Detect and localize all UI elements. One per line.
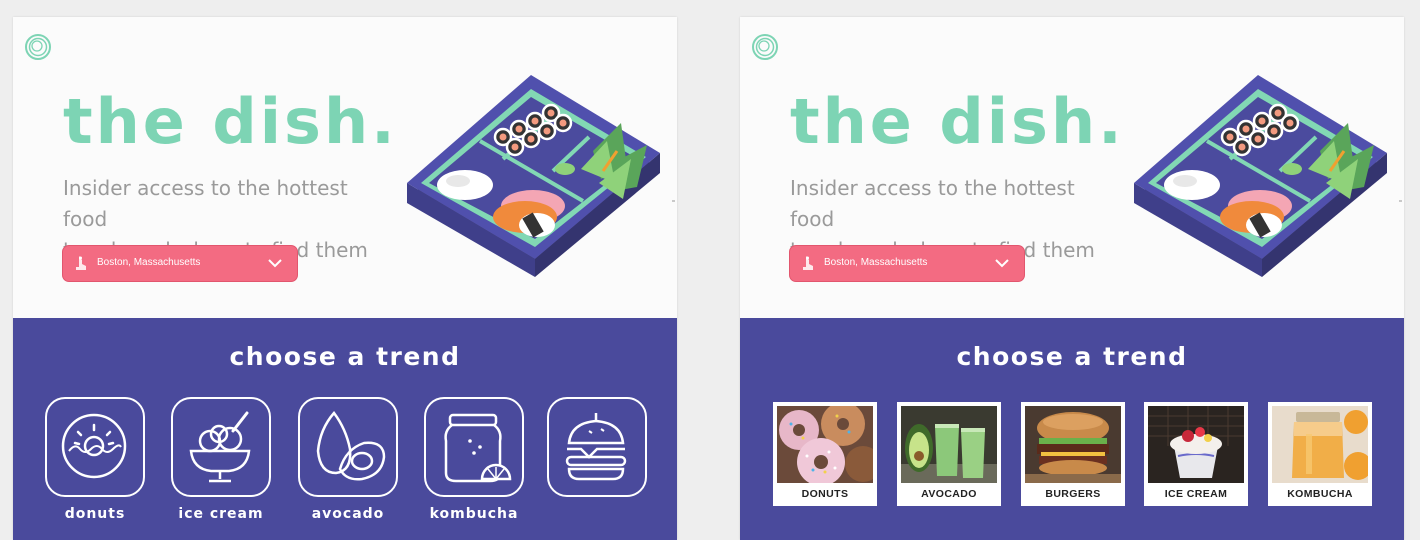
- kombucha-photo: [1272, 406, 1368, 483]
- trend-label: DONUTS: [801, 488, 849, 500]
- trend-card-ice-cream[interactable]: ICE CREAM: [1144, 402, 1248, 506]
- location-pin-icon: [803, 256, 813, 270]
- location-pin-icon: [76, 256, 86, 270]
- chevron-down-icon: [995, 259, 1009, 268]
- trend-label: kombucha: [429, 506, 519, 522]
- burger-photo: [1025, 406, 1121, 483]
- trend-tile-avocado[interactable]: [298, 397, 398, 497]
- trend-label: BURGERS: [1045, 488, 1101, 500]
- location-dropdown[interactable]: Boston, Massachusetts: [62, 245, 298, 282]
- scroll-edge-marker: [672, 200, 675, 202]
- trend-label: ice cream: [178, 506, 264, 522]
- trend-label: AVOCADO: [921, 488, 977, 500]
- trend-tile-donuts[interactable]: [45, 397, 145, 497]
- logo-rings-icon[interactable]: [751, 33, 779, 61]
- tagline-line-1: Insider access to the hottest food: [63, 176, 348, 231]
- trend-heading: choose a trend: [229, 342, 461, 371]
- trend-section: choose a trend donuts ice cream avocado …: [13, 318, 677, 540]
- trend-label: KOMBUCHA: [1287, 488, 1353, 500]
- trend-section: choose a trend DONUTS AVOCADO BURGERS IC…: [740, 318, 1404, 540]
- logo-rings-icon[interactable]: [24, 33, 52, 61]
- kombucha-jar-icon: [444, 413, 512, 483]
- trend-tile-ice-cream[interactable]: [171, 397, 271, 497]
- page-title: the dish.: [63, 85, 398, 158]
- location-label: Boston, Massachusetts: [824, 257, 928, 268]
- trend-label: ICE CREAM: [1164, 488, 1228, 500]
- donuts-photo: [777, 406, 873, 483]
- trend-label: avocado: [311, 506, 385, 522]
- trend-tile-burger[interactable]: [547, 397, 647, 497]
- avocado-smoothie-photo: [901, 406, 997, 483]
- trend-label: donuts: [64, 506, 126, 522]
- trend-card-burgers[interactable]: BURGERS: [1021, 402, 1125, 506]
- trend-heading: choose a trend: [956, 342, 1188, 371]
- page-title: the dish.: [790, 85, 1125, 158]
- trend-card-avocado[interactable]: AVOCADO: [897, 402, 1001, 506]
- tagline-line-1: Insider access to the hottest food: [790, 176, 1075, 231]
- chevron-down-icon: [268, 259, 282, 268]
- trend-tile-kombucha[interactable]: [424, 397, 524, 497]
- ice-cream-bowl-icon: [189, 411, 251, 483]
- trend-card-kombucha[interactable]: KOMBUCHA: [1268, 402, 1372, 506]
- bento-box-illustration: [407, 75, 660, 277]
- donut-icon: [61, 413, 127, 479]
- ice-cream-photo: [1148, 406, 1244, 483]
- landing-variant-icons: the dish. Insider access to the hottest …: [13, 17, 677, 540]
- location-label: Boston, Massachusetts: [97, 257, 201, 268]
- scroll-edge-marker: [1399, 200, 1402, 202]
- avocado-icon: [316, 411, 386, 481]
- bento-box-illustration: [1134, 75, 1387, 277]
- landing-variant-photos: the dish. Insider access to the hottest …: [740, 17, 1404, 540]
- trend-card-donuts[interactable]: DONUTS: [773, 402, 877, 506]
- location-dropdown[interactable]: Boston, Massachusetts: [789, 245, 1025, 282]
- burger-icon: [565, 413, 627, 481]
